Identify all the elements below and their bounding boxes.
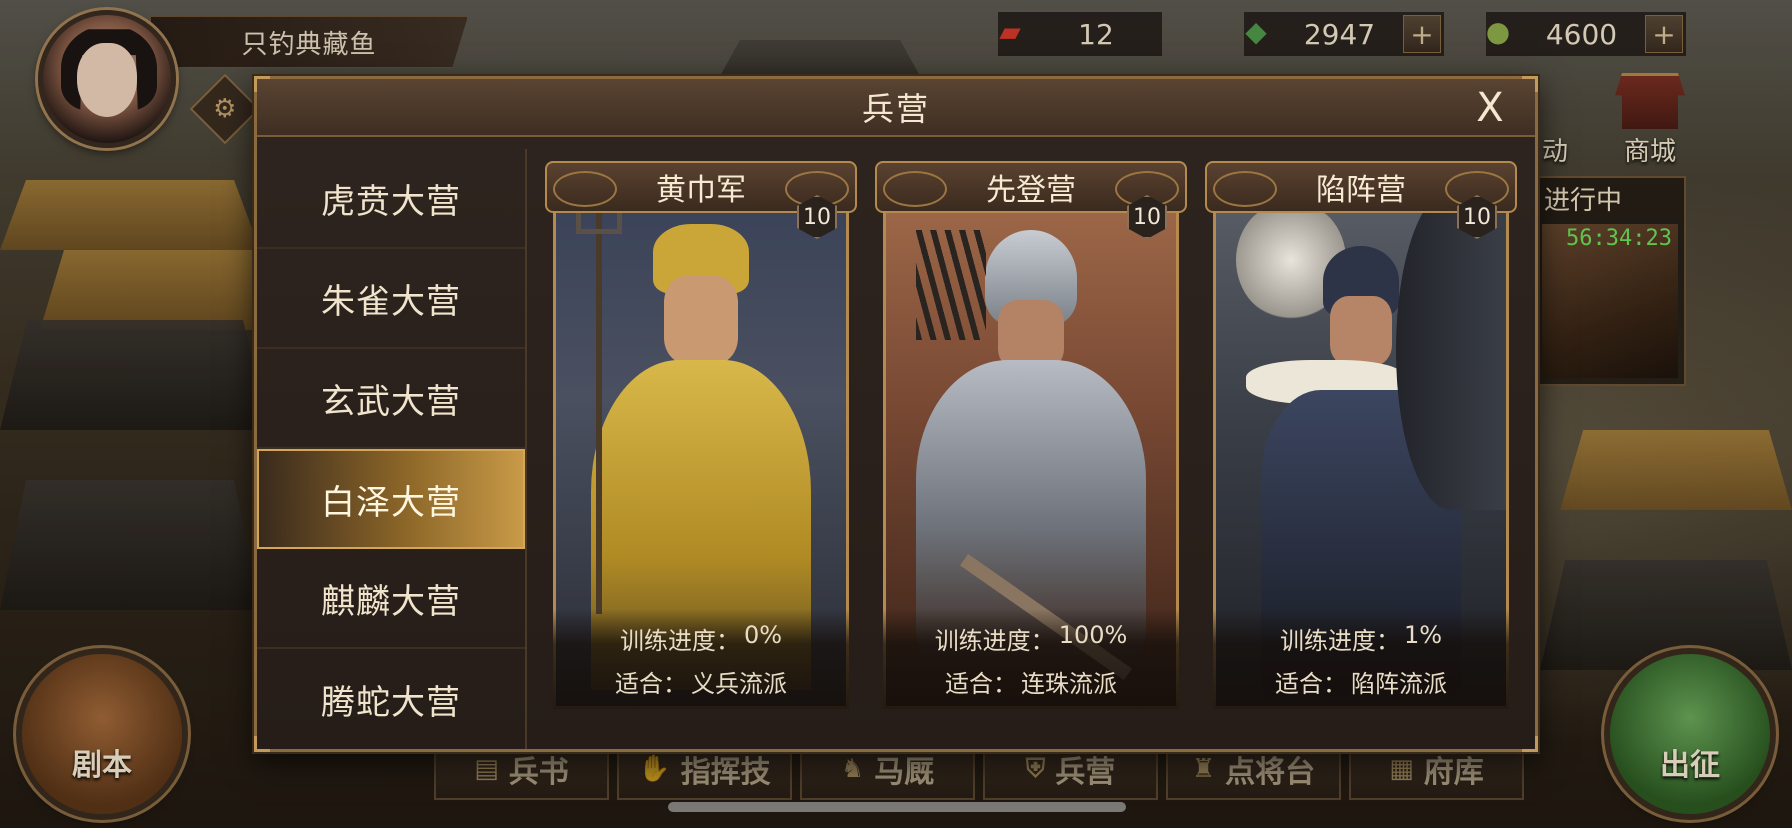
progress-value: 1% [1403,621,1443,649]
camp-tab-huben[interactable]: 虎贲大营 [257,149,525,249]
suit-label: 适合： [615,670,687,698]
training-progress: 训练进度： 1% [1280,621,1442,656]
camp-list: 虎贲大营 朱雀大营 玄武大营 白泽大营 麒麟大营 腾蛇大营 [257,149,527,749]
corner-ornament [254,76,270,92]
troop-stats: 训练进度： 100% 适合： 连珠流派 [883,609,1179,709]
camp-tab-label: 白泽大营 [321,482,461,523]
progress-label: 训练进度： [1279,627,1400,655]
suitable-school: 适合： 连珠流派 [945,664,1117,699]
camp-tab-label: 麒麟大营 [321,581,461,622]
camp-tab-label: 虎贲大营 [321,181,461,222]
troop-stats: 训练进度： 1% 适合： 陷阵流派 [1213,609,1509,709]
suit-label: 适合： [1275,670,1347,698]
trident-pole [596,194,602,614]
barracks-dialog: 兵营 X 虎贲大营 朱雀大营 玄武大营 白泽大营 麒麟大营 腾蛇大营 黄巾军 1… [254,76,1538,752]
troop-cards: 黄巾军 10 训练进度： 0% 适合： 义兵流派 先登营 10 训练进度： 10… [545,161,1523,751]
suit-value: 连珠流派 [1021,670,1117,698]
close-icon: X [1476,85,1504,131]
progress-label: 训练进度： [934,627,1055,655]
camp-tab-label: 玄武大营 [321,381,461,422]
quiver-arrows [916,230,986,340]
face-shape [1330,296,1392,366]
camp-tab-label: 朱雀大营 [321,281,461,322]
suit-value: 陷阵流派 [1351,670,1447,698]
camp-tab-baize[interactable]: 白泽大营 [257,449,525,549]
suitable-school: 适合： 义兵流派 [615,664,787,699]
training-progress: 训练进度： 100% [935,621,1128,656]
troop-stats: 训练进度： 0% 适合： 义兵流派 [553,609,849,709]
dialog-title: 兵营 [257,79,1535,137]
troop-card-yellow-turban[interactable]: 黄巾军 10 训练进度： 0% 适合： 义兵流派 [545,161,857,709]
suit-value: 义兵流派 [691,670,787,698]
camp-tab-label: 腾蛇大营 [321,682,461,723]
corner-ornament [1522,76,1538,92]
progress-value: 100% [1058,621,1128,649]
camp-tab-zhuque[interactable]: 朱雀大营 [257,249,525,349]
close-button[interactable]: X [1465,83,1515,133]
face-shape [664,276,738,364]
training-progress: 训练进度： 0% [620,621,782,656]
camp-tab-xuanwu[interactable]: 玄武大营 [257,349,525,449]
progress-label: 训练进度： [619,627,740,655]
suitable-school: 适合： 陷阵流派 [1275,664,1447,699]
progress-value: 0% [743,621,783,649]
camp-tab-qilin[interactable]: 麒麟大营 [257,549,525,649]
camp-tab-tengshe[interactable]: 腾蛇大营 [257,649,525,749]
suit-label: 适合： [945,670,1017,698]
corner-ornament [1522,736,1538,752]
troop-card-xianzhen[interactable]: 陷阵营 10 训练进度： 1% 适合： 陷阵流派 [1205,161,1517,709]
shield-shape [1396,190,1506,510]
troop-card-xiandeng[interactable]: 先登营 10 训练进度： 100% 适合： 连珠流派 [875,161,1187,709]
